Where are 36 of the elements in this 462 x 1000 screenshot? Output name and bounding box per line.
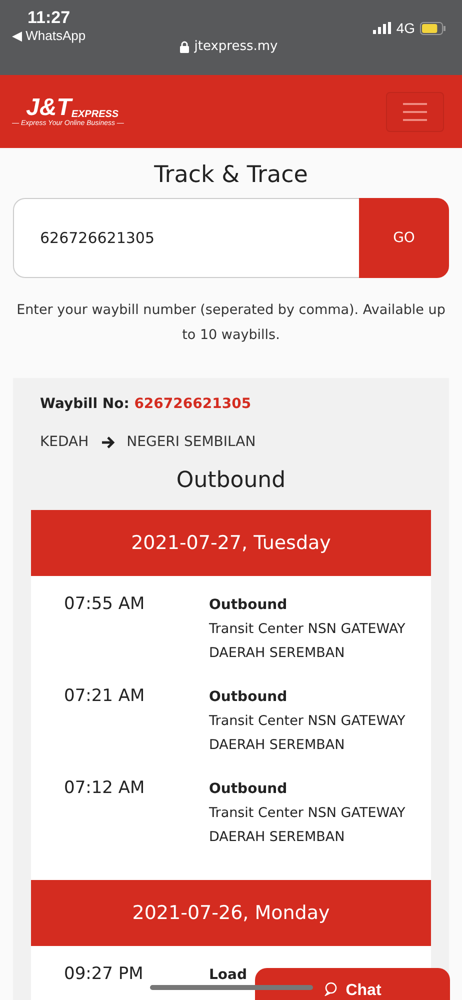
event-detail: Transit Center NSN GATEWAY DAERAH SEREMBAN bbox=[209, 804, 406, 847]
network-label: 4G bbox=[396, 20, 415, 36]
url-text[interactable]: jtexpress.my bbox=[194, 39, 278, 54]
battery-icon bbox=[420, 22, 446, 34]
event-time: 07:55 AM bbox=[63, 594, 146, 616]
arrow-icon bbox=[100, 436, 115, 448]
event-status: Outbound bbox=[209, 781, 288, 797]
clock-time: 11:27 bbox=[28, 8, 70, 28]
hint-text: Enter your waybill number (seperated by comma). Available up to 10 waybills. bbox=[16, 301, 446, 345]
origin-text: KEDAH bbox=[40, 434, 89, 450]
logo-suffix: EXPRESS bbox=[71, 109, 119, 120]
chat-icon bbox=[324, 982, 338, 996]
event-detail: Transit Center NSN GATEWAY DAERAH SEREMBAN bbox=[209, 620, 406, 663]
shipment-status: Outbound bbox=[175, 468, 287, 493]
lock-icon bbox=[180, 40, 190, 52]
date-header: 2021-07-26, Monday bbox=[31, 880, 431, 946]
event-detail: Transit Center NSN GATEWAY DAERAH SEREMBAN bbox=[209, 712, 406, 755]
event-time: 07:12 AM bbox=[63, 778, 146, 800]
menu-button[interactable] bbox=[386, 92, 444, 132]
event-time: 07:21 AM bbox=[63, 686, 146, 708]
event-status: Load bbox=[209, 967, 248, 983]
go-button[interactable]: GO bbox=[359, 198, 449, 278]
event-status: Outbound bbox=[209, 689, 288, 705]
event-time: 09:27 PM bbox=[63, 964, 144, 986]
waybill-input-field[interactable]: 626726621305 bbox=[13, 198, 359, 278]
waybill-label: Waybill No: bbox=[40, 396, 130, 412]
waybill-number: 626726621305 bbox=[134, 396, 252, 412]
date-header: 2021-07-27, Tuesday bbox=[31, 510, 431, 576]
chat-button[interactable]: Chat bbox=[255, 968, 450, 1000]
logo-text: J&T bbox=[26, 96, 72, 120]
page-title: Track & Trace bbox=[154, 162, 308, 188]
back-to-app-link[interactable]: ◀ WhatsApp bbox=[12, 28, 86, 43]
destination-text: NEGERI SEMBILAN bbox=[126, 434, 256, 450]
event-status: Outbound bbox=[209, 597, 288, 613]
menu-icon bbox=[403, 102, 427, 120]
signal-icon bbox=[373, 22, 392, 34]
